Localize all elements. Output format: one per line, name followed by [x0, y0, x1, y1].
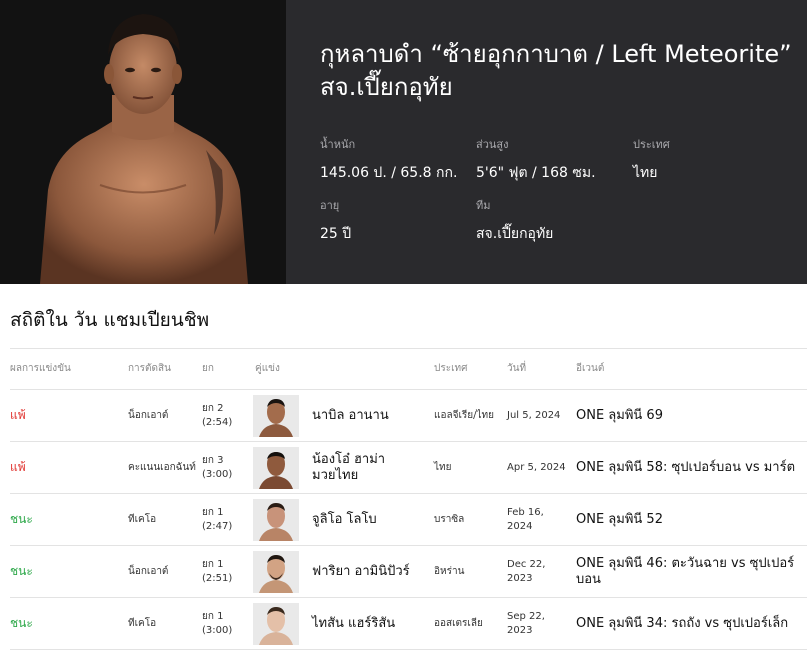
date-cell: Jul 5, 2024	[507, 409, 561, 421]
country-cell: บราซิล	[434, 513, 465, 525]
round-cell: ยก 3 (3:00)	[202, 442, 250, 493]
stat-country-label: ประเทศ	[633, 138, 670, 151]
header-round: ยก	[202, 363, 214, 374]
round-time: (3:00)	[202, 468, 233, 480]
country-cell: แอลจีเรีย/ไทย	[434, 409, 494, 421]
stat-team: ทีม สจ.เปี๊ยกอุทัย	[476, 199, 636, 243]
record-title: สถิติใน วัน แชมเปียนชิพ	[10, 309, 210, 331]
stat-age-value: 25 ปี	[320, 226, 352, 242]
stat-team-label: ทีม	[476, 199, 491, 212]
event-link[interactable]: ONE ลุมพินี 34: รถถัง vs ซุปเปอร์เล็ก	[576, 598, 804, 649]
round-cell: ยก 1 (2:51)	[202, 546, 250, 597]
round-number: ยก 1	[202, 558, 224, 570]
header-result: ผลการแข่งขัน	[10, 363, 71, 374]
event-link[interactable]: ONE ลุมพินี 46: ตะวันฉาย vs ซุปเปอร์บอน	[576, 546, 804, 597]
table-row[interactable]: ชนะ น็อกเอาต์ ยก 1 (2:51) ฟาริยา อามินิปั…	[10, 546, 807, 598]
header-country: ประเทศ	[434, 363, 468, 374]
stat-height: ส่วนสูง 5'6" ฟุต / 168 ซม.	[476, 138, 636, 182]
header-opponent: คู่แข่ง	[255, 363, 280, 374]
method-cell: ทีเคโอ	[128, 513, 157, 525]
event-link[interactable]: ONE ลุมพินี 58: ซุปเปอร์บอน vs มาร์ต	[576, 442, 804, 493]
table-row[interactable]: ชนะ ทีเคโอ ยก 1 (3:00) ไทสัน แฮร์ริสัน ออ…	[10, 598, 807, 650]
opponent-avatar-image	[253, 551, 299, 593]
opponent-name[interactable]: น้องโอ๋ ฮาม่ามวยไทย	[312, 442, 427, 493]
opponent-avatar[interactable]	[253, 499, 299, 541]
result-cell: ชนะ	[10, 512, 33, 526]
round-time: (2:51)	[202, 572, 233, 584]
round-time: (2:47)	[202, 520, 233, 532]
opponent-avatar[interactable]	[253, 551, 299, 593]
round-time: (3:00)	[202, 624, 233, 636]
round-number: ยก 1	[202, 610, 224, 622]
opponent-avatar-image	[253, 499, 299, 541]
round-time: (2:54)	[202, 416, 233, 428]
table-row[interactable]: แพ้ คะแนนเอกฉันท์ ยก 3 (3:00) น้องโอ๋ ฮาม…	[10, 442, 807, 494]
fighter-info: กุหลาบดำ “ซ้ายอุกกาบาต / Left Meteorite”…	[286, 0, 807, 284]
fighter-name: กุหลาบดำ “ซ้ายอุกกาบาต / Left Meteorite”…	[320, 38, 807, 104]
method-cell: น็อกเอาต์	[128, 565, 169, 577]
round-cell: ยก 2 (2:54)	[202, 390, 250, 441]
round-cell: ยก 1 (3:00)	[202, 598, 250, 649]
method-cell: คะแนนเอกฉันท์	[128, 461, 196, 473]
event-link[interactable]: ONE ลุมพินี 69	[576, 390, 804, 441]
country-cell: ออสเตรเลีย	[434, 617, 483, 629]
opponent-avatar-image	[253, 447, 299, 489]
stat-team-value[interactable]: สจ.เปี๊ยกอุทัย	[476, 225, 636, 243]
fighter-hero: กุหลาบดำ “ซ้ายอุกกาบาต / Left Meteorite”…	[0, 0, 807, 284]
opponent-avatar[interactable]	[253, 603, 299, 645]
opponent-avatar[interactable]	[253, 447, 299, 489]
fight-record-table: ผลการแข่งขัน การตัดสิน ยก คู่แข่ง ประเทศ…	[10, 348, 807, 650]
fighter-name-line1: กุหลาบดำ “ซ้ายอุกกาบาต / Left Meteorite”	[320, 40, 792, 68]
country-cell: ไทย	[434, 461, 452, 473]
opponent-name[interactable]: ไทสัน แฮร์ริสัน	[312, 598, 427, 649]
method-cell: น็อกเอาต์	[128, 409, 169, 421]
round-number: ยก 1	[202, 506, 224, 518]
fighter-portrait-image	[0, 0, 286, 284]
table-row[interactable]: ชนะ ทีเคโอ ยก 1 (2:47) จูลิโอ โลโบ บราซิล…	[10, 494, 807, 546]
opponent-avatar-image	[253, 395, 299, 437]
opponent-avatar[interactable]	[253, 395, 299, 437]
fighter-photo	[0, 0, 286, 284]
stat-weight-value: 145.06 ป. / 65.8 กก.	[320, 165, 458, 181]
opponent-name[interactable]: นาบิล อานาน	[312, 390, 427, 441]
round-cell: ยก 1 (2:47)	[202, 494, 250, 545]
stat-height-label: ส่วนสูง	[476, 138, 509, 151]
opponent-name[interactable]: ฟาริยา อามินิปัวร์	[312, 546, 427, 597]
method-cell: ทีเคโอ	[128, 617, 157, 629]
result-cell: แพ้	[10, 408, 26, 422]
header-date: วันที่	[507, 363, 527, 374]
fighter-name-line2: สจ.เปี๊ยกอุทัย	[320, 73, 453, 101]
stat-weight-label: น้ำหนัก	[320, 138, 356, 151]
header-event: อีเวนต์	[576, 363, 605, 374]
round-number: ยก 2	[202, 402, 224, 414]
date-cell: Dec 22, 2023	[507, 558, 546, 584]
opponent-name[interactable]: จูลิโอ โลโบ	[312, 494, 427, 545]
table-row[interactable]: แพ้ น็อกเอาต์ ยก 2 (2:54) นาบิล อานาน แอล…	[10, 390, 807, 442]
stat-age: อายุ 25 ปี	[320, 199, 480, 243]
round-number: ยก 3	[202, 454, 224, 466]
event-link[interactable]: ONE ลุมพินี 52	[576, 494, 804, 545]
stat-country: ประเทศ ไทย	[633, 138, 793, 182]
country-cell: อิหร่าน	[434, 565, 465, 577]
header-method: การตัดสิน	[128, 363, 171, 374]
date-cell: Sep 22, 2023	[507, 610, 545, 636]
result-cell: ชนะ	[10, 616, 33, 630]
stat-weight: น้ำหนัก 145.06 ป. / 65.8 กก.	[320, 138, 480, 182]
result-cell: แพ้	[10, 460, 26, 474]
table-header: ผลการแข่งขัน การตัดสิน ยก คู่แข่ง ประเทศ…	[10, 348, 807, 390]
stat-country-value: ไทย	[633, 165, 658, 181]
opponent-avatar-image	[253, 603, 299, 645]
stat-height-value: 5'6" ฟุต / 168 ซม.	[476, 165, 596, 181]
date-cell: Apr 5, 2024	[507, 461, 566, 473]
result-cell: ชนะ	[10, 564, 33, 578]
date-cell: Feb 16, 2024	[507, 506, 544, 532]
stat-age-label: อายุ	[320, 199, 340, 212]
